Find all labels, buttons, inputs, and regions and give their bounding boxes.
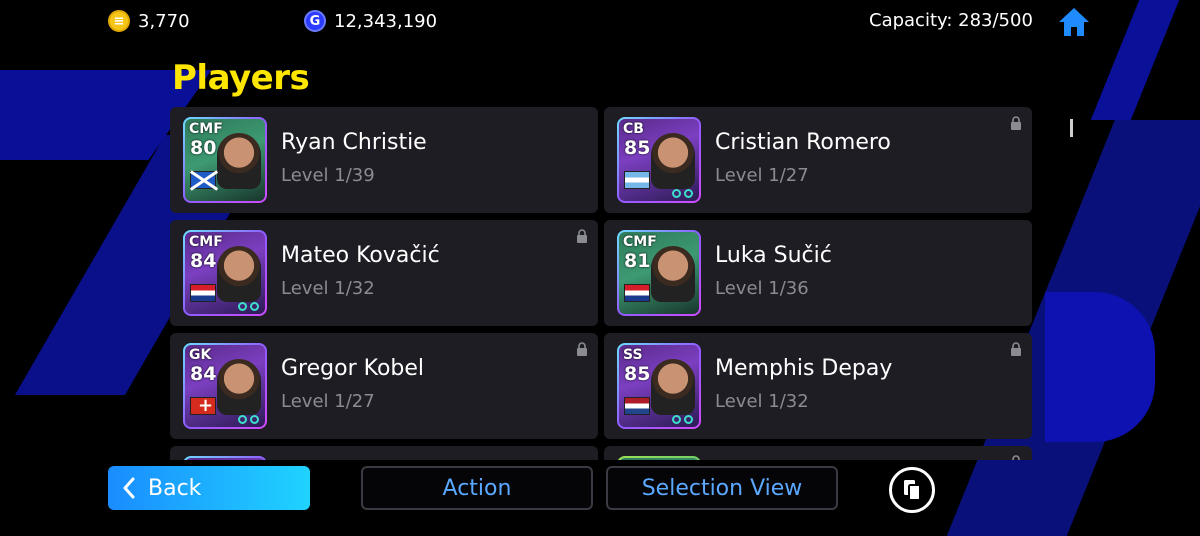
skill-dots-icon — [238, 302, 259, 311]
gp-amount: 12,343,190 — [334, 10, 438, 32]
player-level: Level 1/32 — [715, 391, 809, 412]
copy-icon — [904, 480, 921, 501]
back-label: Back — [148, 475, 202, 501]
home-icon[interactable] — [1057, 6, 1091, 38]
player-rating: 80 — [190, 137, 217, 159]
player-thumbnail: CMF 81 — [617, 230, 701, 316]
player-portrait — [217, 246, 261, 302]
back-button[interactable]: Back — [108, 466, 310, 510]
croatia-flag-icon — [190, 284, 216, 302]
player-thumbnail: CB 85 — [617, 117, 701, 203]
player-portrait — [217, 359, 261, 415]
skill-dots-icon — [238, 415, 259, 424]
player-name: Mateo Kovačić — [281, 243, 440, 268]
player-thumbnail — [183, 456, 267, 460]
player-rating: 85 — [624, 137, 651, 159]
player-level: Level 1/27 — [715, 165, 809, 186]
player-position: SS — [623, 347, 643, 363]
switzerland-flag-icon — [190, 395, 216, 416]
player-rating: 84 — [190, 363, 217, 385]
player-position: CMF — [623, 234, 657, 250]
player-name: Gregor Kobel — [281, 356, 425, 381]
player-position: CMF — [189, 234, 223, 250]
ecoin-icon: ≡ — [108, 10, 130, 32]
ecoin-amount: 3,770 — [138, 10, 190, 32]
argentina-flag-icon — [624, 171, 650, 189]
skill-dots-icon — [672, 415, 693, 424]
gp-icon: G — [304, 10, 326, 32]
player-card[interactable]: CMF 84 Mateo Kovačić Level 1/32 — [170, 220, 598, 326]
player-name: Cristian Romero — [715, 130, 891, 155]
player-position: GK — [189, 347, 212, 363]
capacity-label: Capacity: 283/500 — [869, 10, 1033, 31]
player-card[interactable]: CMF 81 Luka Sučić Level 1/36 — [604, 220, 1032, 326]
background-pill — [1045, 292, 1155, 442]
croatia-flag-icon — [624, 284, 650, 302]
player-thumbnail: GK 84 — [183, 343, 267, 429]
player-position: CB — [623, 121, 644, 137]
player-level: Level 1/36 — [715, 278, 809, 299]
player-card[interactable]: CB 85 Cristian Romero Level 1/27 — [604, 107, 1032, 213]
player-level: Level 1/27 — [281, 391, 375, 412]
player-level: Level 1/32 — [281, 278, 375, 299]
lock-icon — [1012, 455, 1020, 460]
player-level: Level 1/39 — [281, 165, 375, 186]
player-portrait — [651, 359, 695, 415]
copy-button[interactable] — [889, 467, 935, 513]
player-rating: 81 — [624, 250, 651, 272]
netherlands-flag-icon — [624, 397, 650, 415]
player-thumbnail — [617, 456, 701, 460]
player-thumbnail: CMF 84 — [183, 230, 267, 316]
player-thumbnail: SS 85 — [617, 343, 701, 429]
player-position: CMF — [189, 121, 223, 137]
page-title: Players — [172, 58, 310, 98]
player-card[interactable]: SS 85 Memphis Depay Level 1/32 — [604, 333, 1032, 439]
top-bar: ≡ 3,770 G 12,343,190 Capacity: 283/500 — [0, 0, 1200, 44]
player-card[interactable] — [170, 446, 598, 460]
lock-icon — [577, 342, 587, 356]
scrollbar[interactable] — [1070, 119, 1073, 137]
gp-balance: G 12,343,190 — [304, 10, 437, 32]
player-name: Luka Sučić — [715, 243, 832, 268]
player-thumbnail: CMF 80 — [183, 117, 267, 203]
player-card[interactable] — [604, 446, 1032, 460]
player-name: Ryan Christie — [281, 130, 427, 155]
ecoin-balance: ≡ 3,770 — [108, 10, 190, 32]
selection-view-button[interactable]: Selection View — [606, 466, 838, 510]
player-rating: 84 — [190, 250, 217, 272]
lock-icon — [577, 229, 587, 243]
player-card[interactable]: GK 84 Gregor Kobel Level 1/27 — [170, 333, 598, 439]
scotland-flag-icon — [190, 171, 216, 189]
chevron-left-icon — [123, 477, 135, 499]
player-list[interactable]: CMF 80 Ryan Christie Level 1/39 CB 85 Cr… — [170, 107, 1032, 460]
player-portrait — [651, 133, 695, 189]
player-portrait — [217, 133, 261, 189]
lock-icon — [1011, 116, 1021, 130]
player-card[interactable]: CMF 80 Ryan Christie Level 1/39 — [170, 107, 598, 213]
action-button[interactable]: Action — [361, 466, 593, 510]
action-label: Action — [442, 475, 512, 501]
player-rating: 85 — [624, 363, 651, 385]
skill-dots-icon — [672, 189, 693, 198]
selection-view-label: Selection View — [641, 475, 803, 501]
player-name: Memphis Depay — [715, 356, 893, 381]
player-portrait — [651, 246, 695, 302]
lock-icon — [1011, 342, 1021, 356]
